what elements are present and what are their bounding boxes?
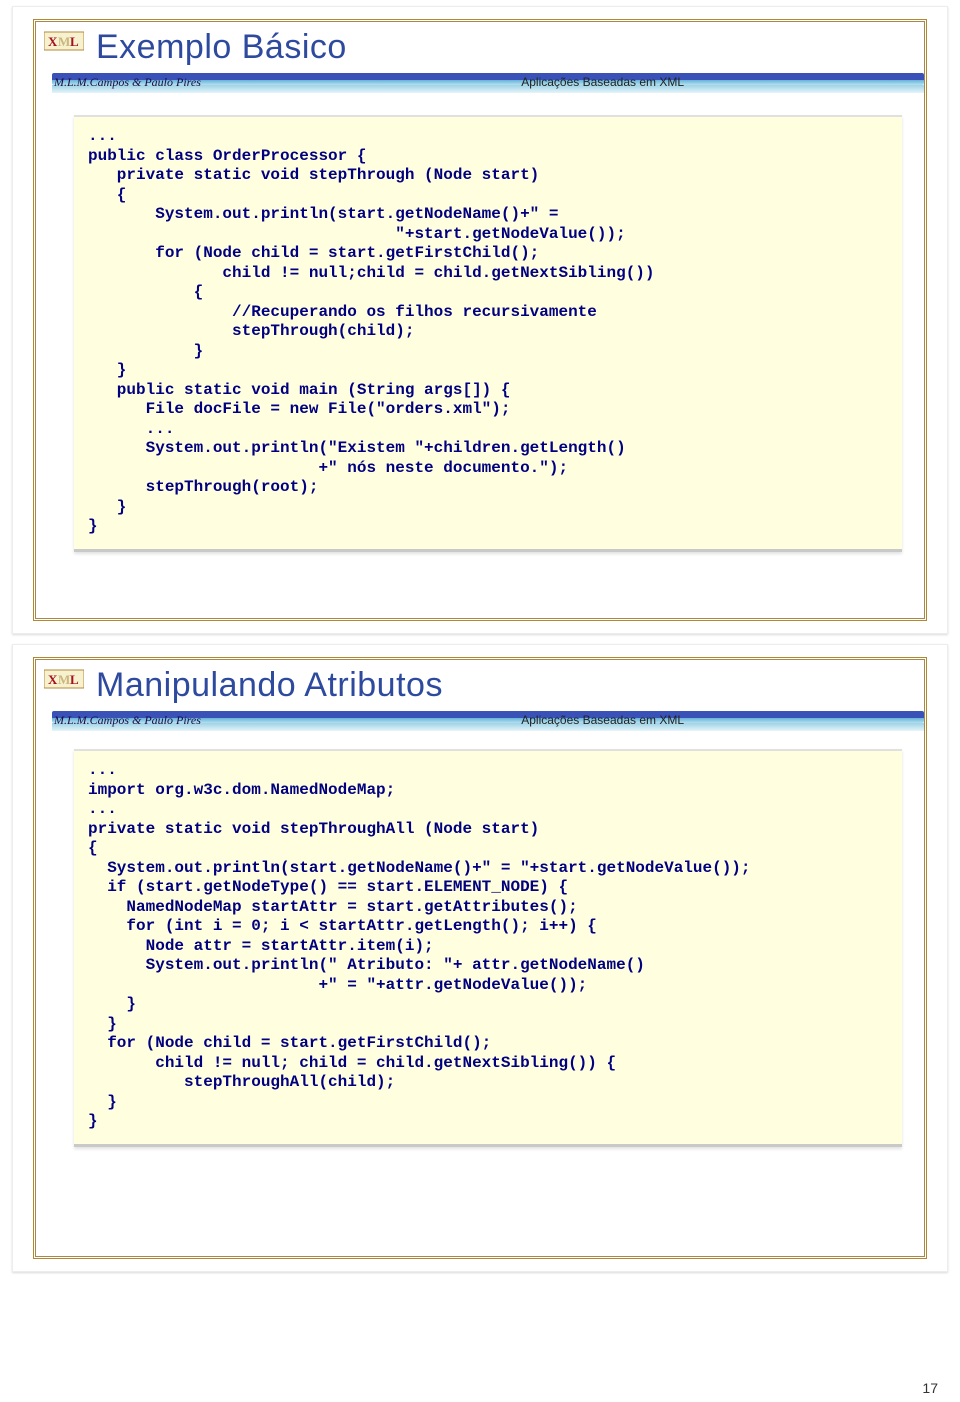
code-box: ... public class OrderProcessor { privat…	[74, 115, 902, 552]
svg-text:M: M	[58, 34, 70, 49]
slide-frame: X M L Manipulando Atributos M.L.M.Campos…	[33, 657, 927, 1259]
xml-icon: X M L	[44, 664, 84, 696]
code-box: ... import org.w3c.dom.NamedNodeMap; ...…	[74, 749, 902, 1147]
title-area: X M L Exemplo Básico M.L.M.Campos & Paul…	[36, 22, 924, 97]
author-text: M.L.M.Campos & Paulo Pires	[54, 713, 201, 728]
xml-icon: X M L	[44, 26, 84, 58]
header-bar: M.L.M.Campos & Paulo Pires Aplicações Ba…	[44, 65, 924, 97]
svg-text:X: X	[48, 34, 58, 49]
subtitle-right: Aplicações Baseadas em XML	[521, 75, 684, 89]
title-area: X M L Manipulando Atributos M.L.M.Campos…	[36, 660, 924, 735]
svg-text:L: L	[70, 672, 79, 687]
code-content: ... import org.w3c.dom.NamedNodeMap; ...…	[88, 761, 888, 1132]
slide-manipulando-atributos: X M L Manipulando Atributos M.L.M.Campos…	[12, 644, 948, 1272]
svg-text:M: M	[58, 672, 70, 687]
slide-title: Manipulando Atributos	[96, 666, 443, 705]
svg-text:L: L	[70, 34, 79, 49]
header-bar: M.L.M.Campos & Paulo Pires Aplicações Ba…	[44, 703, 924, 735]
slide-exemplo-basico: X M L Exemplo Básico M.L.M.Campos & Paul…	[12, 6, 948, 634]
svg-text:X: X	[48, 672, 58, 687]
code-content: ... public class OrderProcessor { privat…	[88, 127, 888, 537]
slide-title: Exemplo Básico	[96, 28, 347, 67]
subtitle-right: Aplicações Baseadas em XML	[521, 713, 684, 727]
author-text: M.L.M.Campos & Paulo Pires	[54, 75, 201, 90]
page-number: 17	[922, 1380, 938, 1396]
slide-frame: X M L Exemplo Básico M.L.M.Campos & Paul…	[33, 19, 927, 621]
